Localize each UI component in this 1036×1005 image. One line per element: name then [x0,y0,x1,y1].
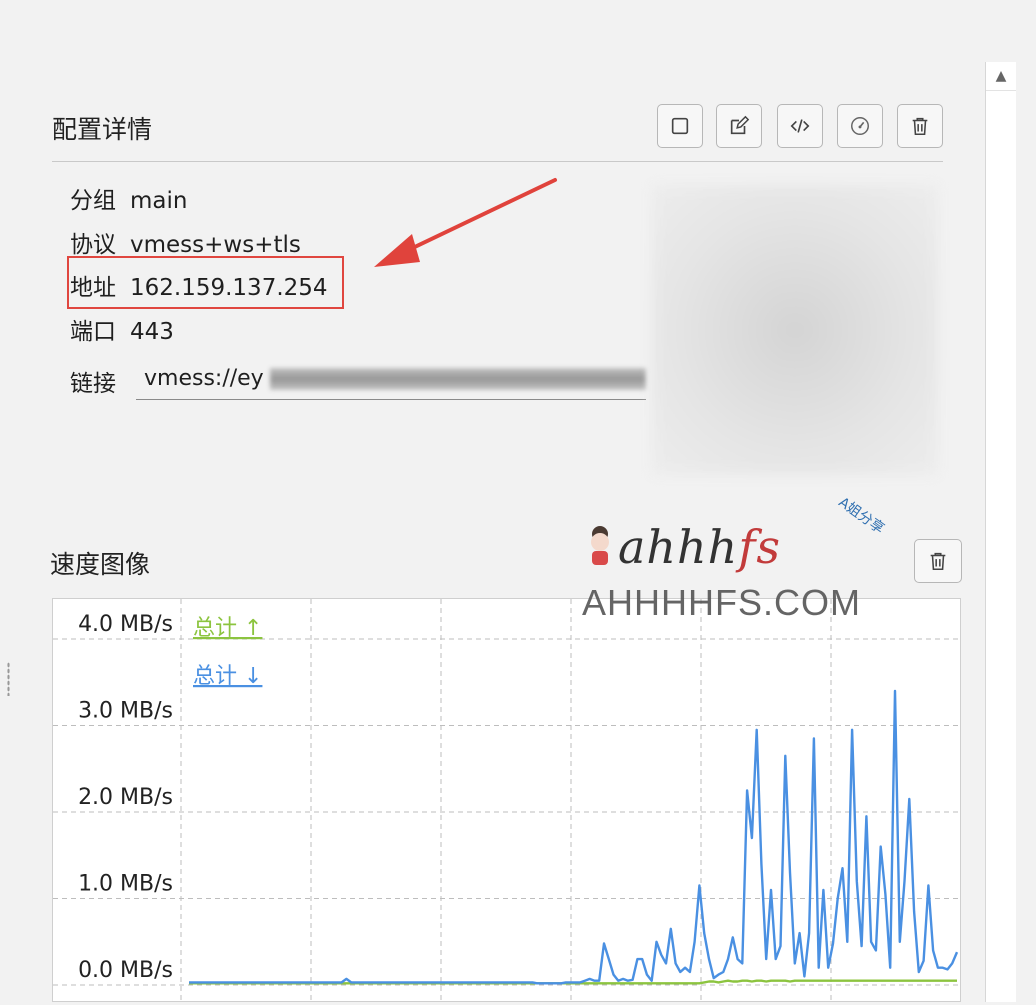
annotation-arrow [374,178,557,267]
speedtest-button[interactable] [837,104,883,148]
protocol-value: vmess+ws+tls [130,232,301,258]
square-icon [671,117,689,135]
watermark-avatar-icon [591,526,609,565]
scrollbar[interactable]: ▲ [985,62,1016,1002]
address-highlight-box [67,256,344,309]
group-value: main [130,188,188,214]
edit-button[interactable] [716,104,762,148]
speed-chart: 0.0 MB/s 1.0 MB/s 2.0 MB/s 3.0 MB/s 4.0 MB/s… [52,598,961,1002]
protocol-row: 协议 vmess+ws+tls [70,225,301,259]
speedometer-icon [851,117,869,135]
y-tick-label: 2.0 MB/s [78,785,173,810]
series-line-download [189,689,959,985]
port-row: 端口 443 [70,312,174,346]
link-label: 链接 [70,371,116,397]
code-button[interactable] [777,104,823,148]
group-label: 分组 [70,188,116,214]
y-tick-label: 0.0 MB/s [78,958,173,983]
speed-title: 速度图像 [50,550,151,579]
port-value: 443 [130,319,174,345]
resize-grip-icon[interactable] [7,662,10,696]
y-tick-label: 1.0 MB/s [78,872,173,897]
port-label: 端口 [70,319,116,345]
trash-icon [912,117,928,136]
watermark-domain: AHHHHFS.COM [582,582,861,623]
delete-button[interactable] [897,104,943,148]
title-divider [52,161,943,162]
watermark-logo: ahhhfs [618,520,781,574]
group-row: 分组 main [70,181,187,215]
legend-download: 总计 ↓ [193,664,262,689]
code-icon [790,119,810,133]
y-tick-label: 3.0 MB/s [78,699,173,724]
details-title: 配置详情 [52,115,153,144]
clear-chart-button[interactable] [914,539,962,583]
select-button[interactable] [657,104,703,148]
speed-chart-svg: 0.0 MB/s 1.0 MB/s 2.0 MB/s 3.0 MB/s 4.0 MB/s… [53,599,960,1001]
scroll-up-icon[interactable]: ▲ [986,62,1016,91]
protocol-label: 协议 [70,232,116,258]
y-tick-label: 4.0 MB/s [78,612,173,637]
watermark-subtitle: A姐分享 [835,494,887,538]
legend-upload: 总计 ↑ [193,616,262,641]
link-row: 链接 [70,364,130,398]
link-redaction [270,368,646,390]
qr-code-blurred [652,185,938,475]
edit-icon [730,115,750,135]
trash-icon [930,552,946,571]
